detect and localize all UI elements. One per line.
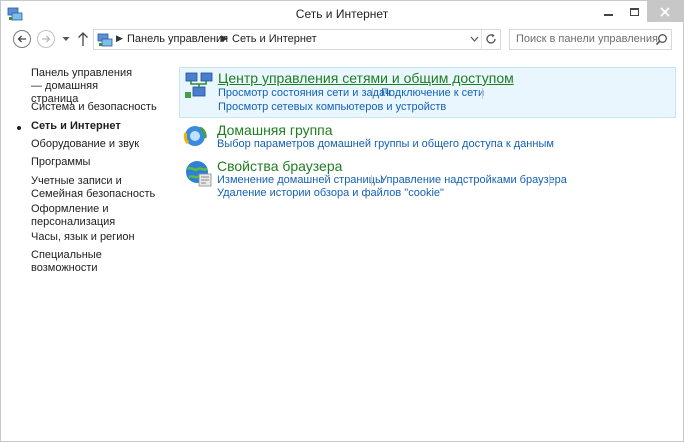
maximize-button[interactable] bbox=[621, 1, 647, 22]
change-home-page-link[interactable]: Изменение домашней страницы bbox=[217, 174, 383, 186]
sidebar-item-clock-language-region[interactable]: Часы, язык и регион bbox=[31, 231, 171, 244]
maximize-icon bbox=[629, 7, 639, 16]
link-separator bbox=[371, 175, 372, 186]
sidebar-item-ease-of-access[interactable]: Специальные возможности bbox=[31, 249, 171, 275]
delete-browsing-history-link[interactable]: Удаление истории обзора и файлов "cookie… bbox=[217, 187, 444, 199]
link-separator bbox=[482, 88, 483, 99]
homegroup-icon bbox=[183, 126, 207, 146]
navigation-bar: ▶ Панель управления ▶ Сеть и Интернет По… bbox=[1, 28, 683, 52]
sidebar-item-network-internet[interactable]: Сеть и Интернет bbox=[31, 120, 171, 133]
forward-arrow-icon bbox=[42, 35, 51, 43]
homegroup-settings-link[interactable]: Выбор параметров домашней группы и общег… bbox=[217, 138, 554, 150]
sidebar-item-hardware-sound[interactable]: Оборудование и звук bbox=[31, 138, 171, 151]
view-network-computers-link[interactable]: Просмотр сетевых компьютеров и устройств bbox=[218, 101, 446, 113]
breadcrumb-network-internet[interactable]: Сеть и Интернет bbox=[232, 33, 317, 45]
title-bar: Сеть и Интернет bbox=[1, 1, 683, 28]
network-center-icon bbox=[185, 72, 213, 98]
category-network-sharing-center[interactable]: Центр управления сетями и общим доступом… bbox=[179, 67, 676, 118]
search-input[interactable]: Поиск в панели управления bbox=[516, 33, 658, 45]
sidebar-item-programs[interactable]: Программы bbox=[31, 156, 171, 169]
search-icon[interactable] bbox=[655, 33, 668, 46]
close-icon bbox=[660, 6, 670, 17]
recent-locations-dropdown-icon[interactable] bbox=[62, 36, 70, 42]
chevron-down-icon[interactable] bbox=[470, 36, 479, 42]
category-homegroup[interactable]: Домашняя группа Выбор параметров домашне… bbox=[179, 119, 676, 153]
minimize-button[interactable] bbox=[595, 1, 621, 22]
manage-browser-addons-link[interactable]: Управление надстройками браузера bbox=[380, 174, 567, 186]
close-button[interactable] bbox=[647, 1, 683, 22]
chevron-right-icon[interactable]: ▶ bbox=[116, 33, 123, 44]
internet-options-icon bbox=[186, 161, 212, 187]
internet-options-title-link[interactable]: Свойства браузера bbox=[217, 158, 342, 174]
link-separator bbox=[372, 88, 373, 99]
control-panel-window: Сеть и Интернет ▶ Панель управления ▶ Се… bbox=[0, 0, 684, 442]
active-item-bullet bbox=[17, 126, 21, 130]
refresh-icon[interactable] bbox=[484, 32, 498, 46]
sidebar-item-user-accounts[interactable]: Учетные записи и Семейная безопасность bbox=[31, 175, 163, 201]
forward-button[interactable] bbox=[37, 30, 55, 48]
left-navigation-pane: Панель управления — домашняя страница Си… bbox=[1, 52, 171, 432]
back-arrow-icon bbox=[17, 35, 26, 43]
back-button[interactable] bbox=[13, 30, 31, 48]
homegroup-title-link[interactable]: Домашняя группа bbox=[217, 122, 333, 138]
chevron-right-icon[interactable]: ▶ bbox=[221, 33, 228, 44]
breadcrumb-control-panel[interactable]: Панель управления bbox=[127, 33, 228, 45]
link-separator bbox=[549, 175, 550, 186]
window-title: Сеть и Интернет bbox=[295, 7, 389, 21]
minimize-icon bbox=[603, 13, 613, 16]
divider bbox=[481, 30, 482, 49]
up-arrow-icon[interactable] bbox=[76, 31, 90, 47]
sidebar-item-system-security[interactable]: Система и безопасность bbox=[31, 101, 171, 114]
control-panel-icon bbox=[97, 33, 113, 47]
view-network-status-link[interactable]: Просмотр состояния сети и задач bbox=[218, 87, 391, 99]
address-bar[interactable]: ▶ Панель управления ▶ Сеть и Интернет bbox=[93, 29, 501, 50]
network-center-title-link[interactable]: Центр управления сетями и общим доступом bbox=[218, 70, 514, 86]
category-internet-options[interactable]: Свойства браузера Изменение домашней стр… bbox=[179, 156, 676, 204]
search-box[interactable]: Поиск в панели управления bbox=[509, 29, 672, 50]
sidebar-item-appearance[interactable]: Оформление и персонализация bbox=[31, 203, 131, 229]
connect-to-network-link[interactable]: Подключение к сети bbox=[381, 87, 484, 99]
